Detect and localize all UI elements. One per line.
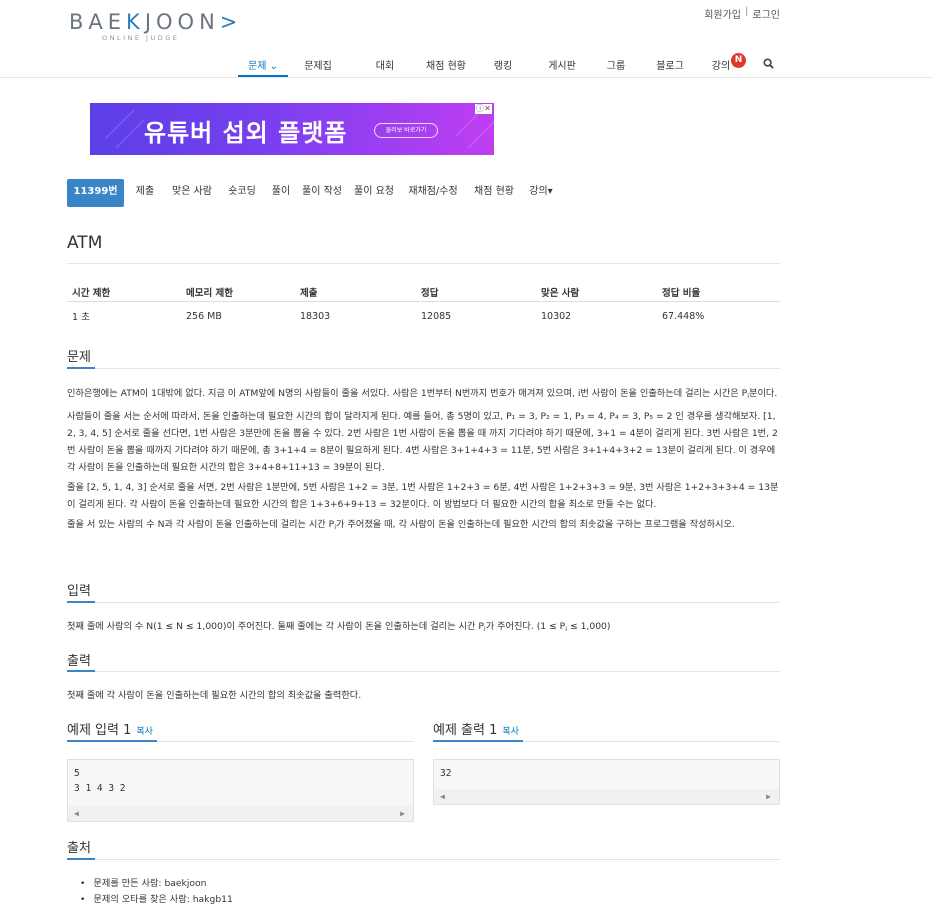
stats-value: 18303 <box>300 310 331 322</box>
signup-link[interactable]: 회원가입 <box>704 6 741 21</box>
section-title-problem: 문제 <box>67 350 91 365</box>
nav-item-blog[interactable]: 블로그 <box>650 53 690 77</box>
page-title: ATM <box>67 233 103 253</box>
stats-header: 정답 <box>421 287 439 299</box>
source-item: 문제의 오타를 찾은 사람: hakgb11 <box>80 892 232 908</box>
sample-input-text: 5 3 1 4 3 2 <box>74 768 126 794</box>
nav-item-group[interactable]: 그룹 <box>603 53 629 77</box>
nav-item-lecture[interactable]: 강의 N <box>708 53 746 77</box>
section-divider <box>67 671 780 672</box>
horizontal-scrollbar[interactable]: ◀ ▶ <box>68 806 413 821</box>
top-links: 회원가입 | 로그인 <box>704 6 780 21</box>
section-underline <box>433 740 523 742</box>
nav-search[interactable] <box>758 53 778 77</box>
tab-solved-users[interactable]: 맞은 사람 <box>171 179 213 207</box>
sample-input-box[interactable]: 5 3 1 4 3 2 ◀ ▶ <box>67 759 414 822</box>
sample-output-text: 32 <box>440 768 452 779</box>
section-title-output: 출력 <box>67 654 91 669</box>
scroll-left-icon[interactable]: ◀ <box>440 792 445 801</box>
stats-value: 256 MB <box>186 310 222 322</box>
ad-button[interactable]: 둘러보 바로가기 <box>374 123 438 138</box>
stats-value: 67.448% <box>662 310 705 322</box>
tab-write-solution[interactable]: 풀이 작성 <box>301 179 343 207</box>
stats-table: 시간 제한 메모리 제한 제출 정답 맞은 사람 정답 비율 1 초 256 M… <box>67 282 780 326</box>
nav-item-board[interactable]: 게시판 <box>542 53 582 77</box>
scroll-left-icon[interactable]: ◀ <box>74 809 79 818</box>
tab-lecture[interactable]: 강의▾ <box>526 179 556 207</box>
title-divider <box>67 263 780 264</box>
tab-short-coding[interactable]: 숏코딩 <box>226 179 258 207</box>
site-logo[interactable]: BAEKJOON> ONLINE JUDGE <box>69 10 243 42</box>
tab-request-solution[interactable]: 풀이 요청 <box>353 179 395 207</box>
source-list: 문제를 만든 사람: baekjoon 문제의 오타를 찾은 사람: hakgb… <box>80 876 233 908</box>
tab-solutions[interactable]: 풀이 <box>270 179 292 207</box>
section-divider <box>67 602 780 603</box>
stats-header: 제출 <box>300 287 318 299</box>
ad-close-icon[interactable]: ⓘ✕ <box>475 104 492 114</box>
section-divider <box>67 859 780 860</box>
nav-item-contest[interactable]: 대회 <box>372 53 398 77</box>
section-title-source: 출처 <box>67 841 91 856</box>
stats-value: 12085 <box>421 310 452 322</box>
logo-subtitle: ONLINE JUDGE <box>102 34 180 42</box>
sample-output-title: 예제 출력 1 복사 <box>433 723 519 738</box>
stats-value: 10302 <box>541 310 572 322</box>
section-underline <box>67 858 95 860</box>
tab-status[interactable]: 채점 현황 <box>472 179 516 207</box>
scroll-right-icon[interactable]: ▶ <box>400 809 405 818</box>
stats-header-row: 시간 제한 메모리 제한 제출 정답 맞은 사람 정답 비율 <box>67 282 780 302</box>
nav-item-problems[interactable]: 문제 ⌄ <box>238 53 288 77</box>
source-item: 문제를 만든 사람: baekjoon <box>80 876 233 892</box>
problem-tabs: 11399번 제출 맞은 사람 숏코딩 풀이 풀이 작성 풀이 요청 재채점/수… <box>67 179 556 207</box>
logo-wordmark: BAEKJOON> <box>69 10 243 34</box>
section-title-input: 입력 <box>67 584 91 599</box>
section-underline <box>67 740 157 742</box>
main-nav: 문제 ⌄ 문제집 대회 채점 현황 랭킹 게시판 그룹 블로그 강의 N <box>230 53 778 77</box>
tab-rejudge[interactable]: 재채점/수정 <box>404 179 462 207</box>
stats-value: 1 초 <box>72 312 90 323</box>
copy-output-button[interactable]: 복사 <box>502 727 519 737</box>
output-description: 첫째 줄에 각 사람이 돈을 인출하는데 필요한 시간의 합의 최솟값을 출력한… <box>67 690 362 701</box>
nav-lecture-label: 강의 <box>711 61 731 72</box>
ad-banner[interactable]: 유튜버 섭외 플랫폼 둘러보 바로가기 ⓘ✕ <box>90 103 494 155</box>
scroll-right-icon[interactable]: ▶ <box>766 792 771 801</box>
section-underline <box>67 601 95 603</box>
top-links-separator: | <box>745 6 749 17</box>
stats-header: 메모리 제한 <box>186 287 234 299</box>
nav-item-ranking[interactable]: 랭킹 <box>490 53 516 77</box>
ad-headline: 유튜버 섭외 플랫폼 <box>144 119 348 147</box>
description-paragraph: 줄을 [2, 5, 1, 4, 3] 순서로 줄을 서면, 2번 사람은 1분만… <box>67 482 779 510</box>
nav-item-workbook[interactable]: 문제집 <box>298 53 338 77</box>
header-divider <box>0 77 933 78</box>
description-paragraph: 줄을 서 있는 사람의 수 N과 각 사람이 돈을 인출하는데 걸리는 시간 P… <box>67 519 735 531</box>
stats-header: 시간 제한 <box>72 287 111 299</box>
description-paragraph: 인하은행에는 ATM이 1대밖에 없다. 지금 이 ATM앞에 N명의 사람들이… <box>67 388 778 400</box>
copy-input-button[interactable]: 복사 <box>136 727 153 737</box>
section-underline <box>67 367 95 369</box>
section-underline <box>67 670 95 672</box>
stats-value-row: 1 초 256 MB 18303 12085 10302 67.448% <box>67 306 780 326</box>
stats-header: 정답 비율 <box>662 287 701 299</box>
sample-output-box[interactable]: 32 ◀ ▶ <box>433 759 780 805</box>
new-badge: N <box>731 53 746 68</box>
input-description: 첫째 줄에 사람의 수 N(1 ≤ N ≤ 1,000)이 주어진다. 둘째 줄… <box>67 621 611 633</box>
section-divider <box>67 368 780 369</box>
tab-submit[interactable]: 제출 <box>132 179 158 207</box>
tab-problem-number[interactable]: 11399번 <box>67 179 124 207</box>
problem-description: 인하은행에는 ATM이 1대밖에 없다. 지금 이 ATM앞에 N명의 사람들이… <box>67 385 780 539</box>
search-icon <box>762 58 774 69</box>
nav-item-status[interactable]: 채점 현황 <box>421 53 471 77</box>
sample-input-title: 예제 입력 1 복사 <box>67 723 153 738</box>
horizontal-scrollbar[interactable]: ◀ ▶ <box>434 789 779 804</box>
stats-header: 맞은 사람 <box>541 287 580 299</box>
description-paragraph: 사람들이 줄을 서는 순서에 따라서, 돈을 인출하는데 필요한 시간의 합이 … <box>67 411 778 473</box>
login-link[interactable]: 로그인 <box>752 6 780 21</box>
